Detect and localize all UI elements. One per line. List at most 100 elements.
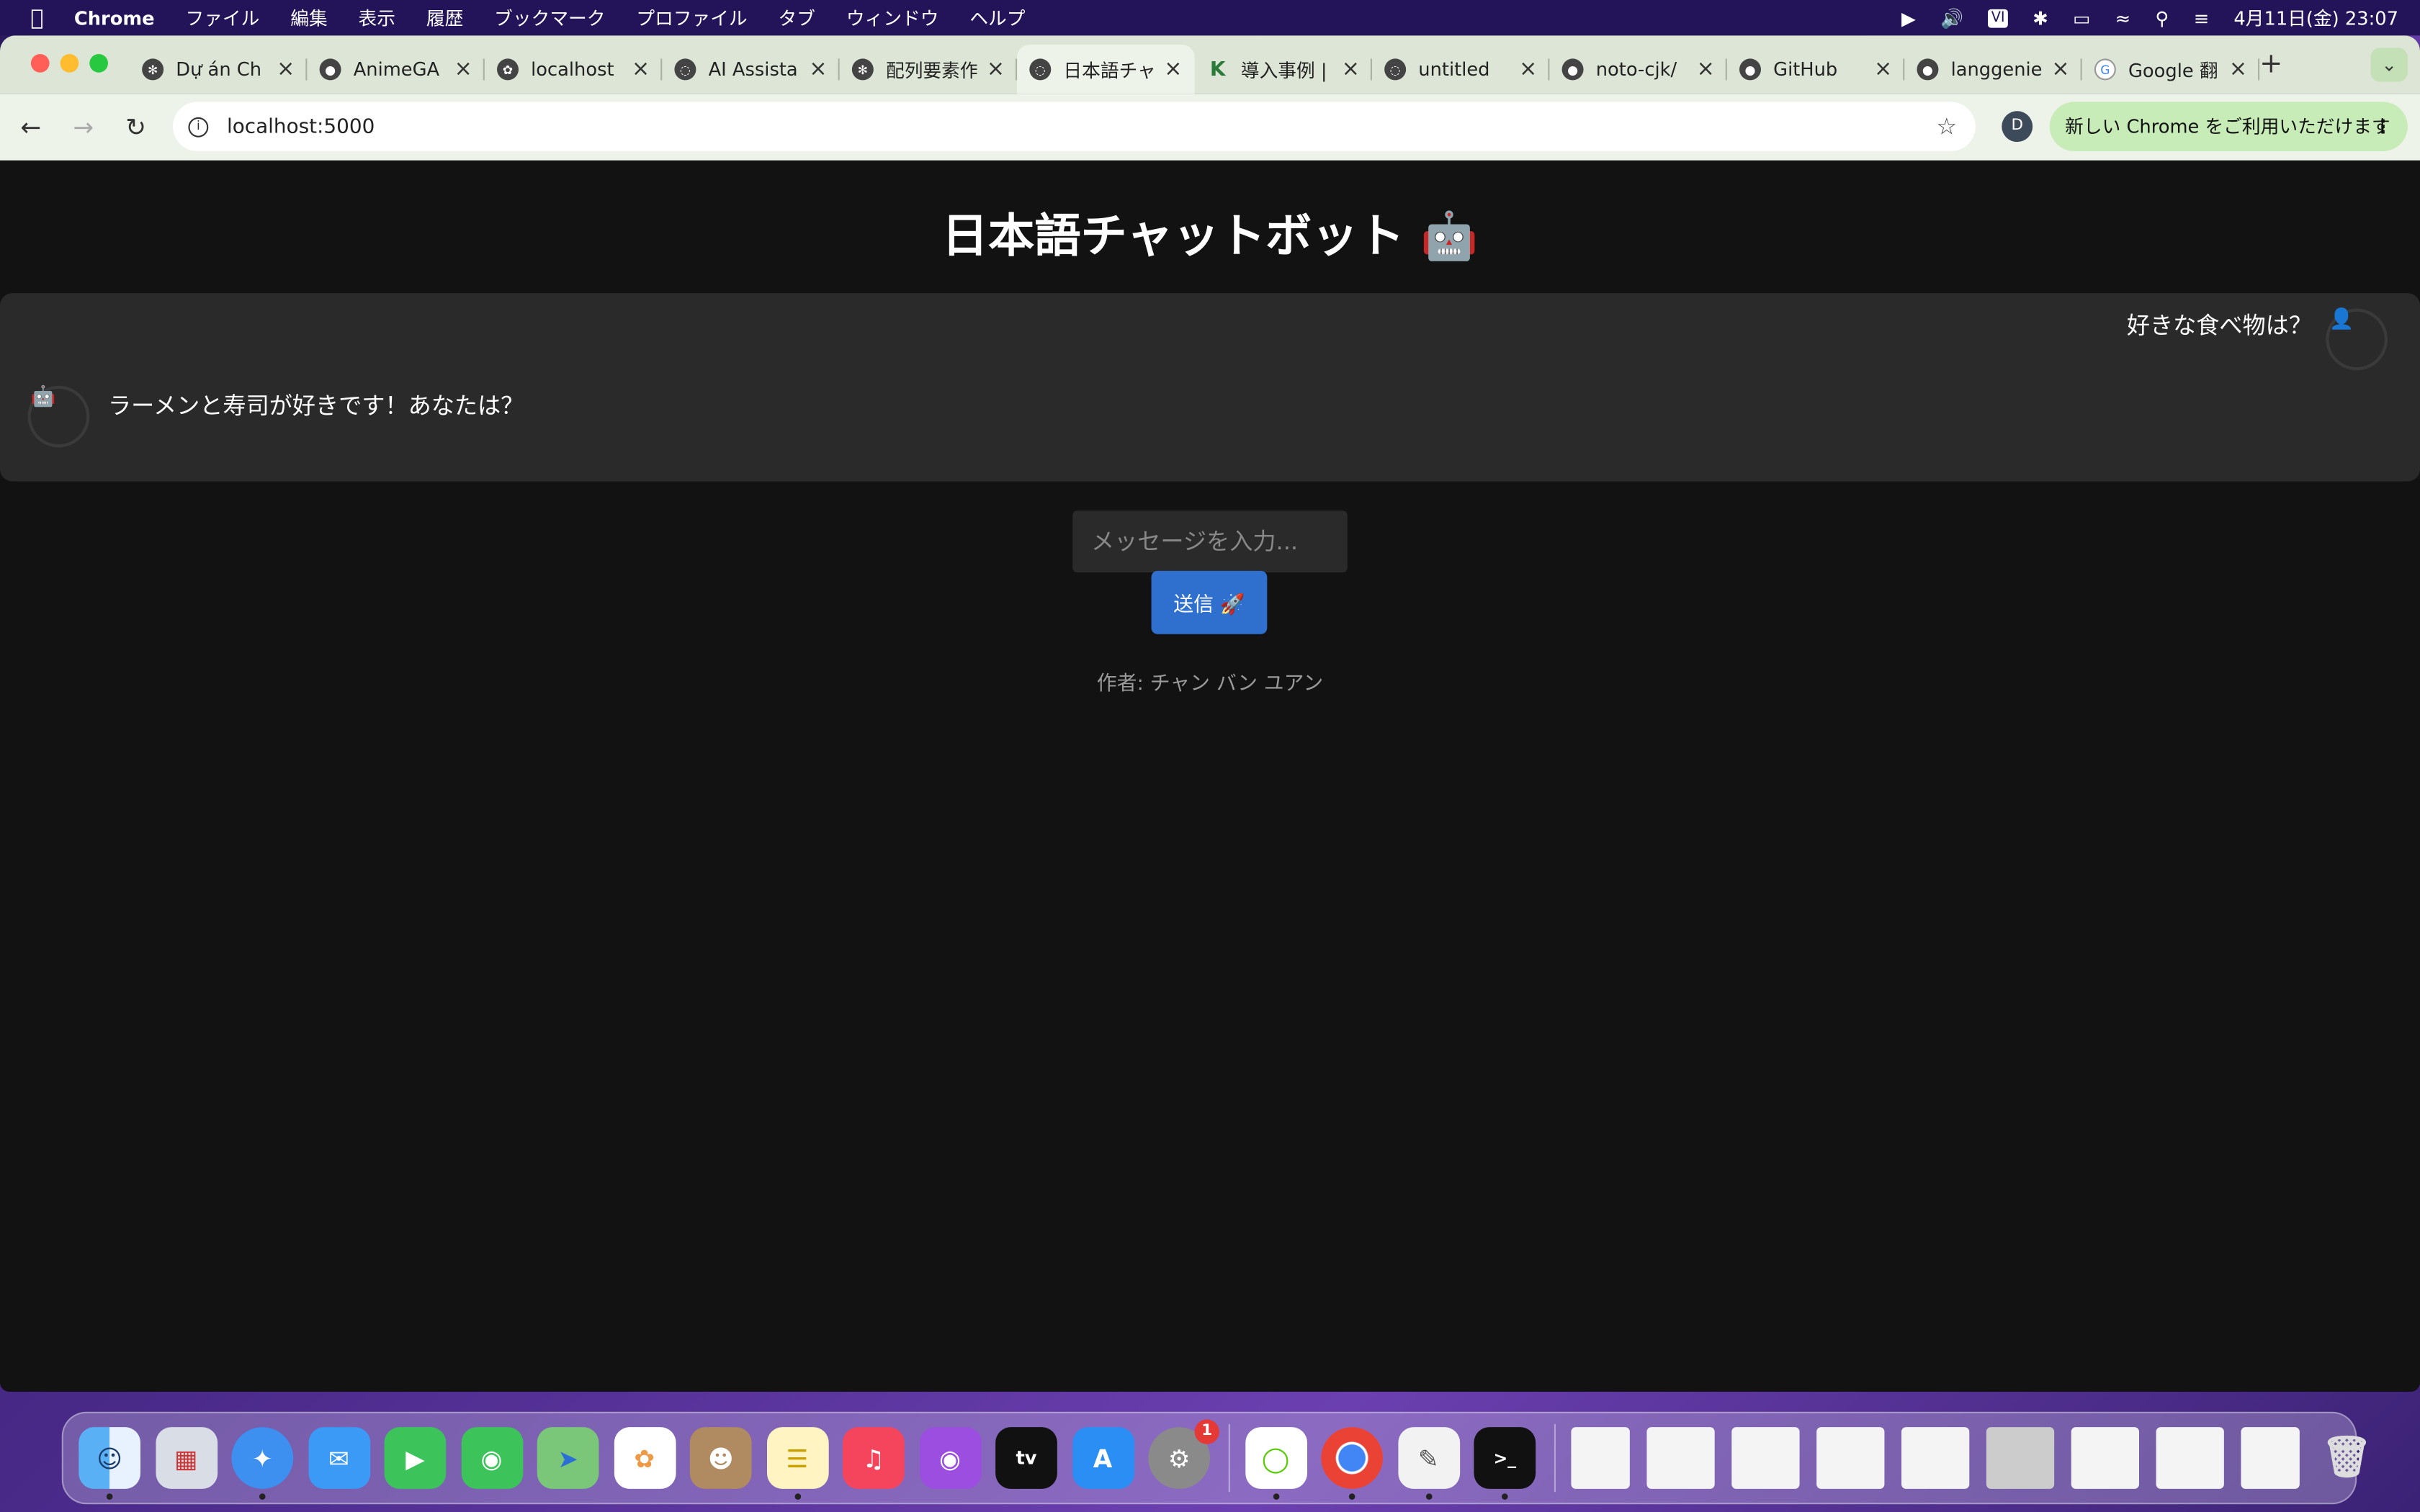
- github-icon: ●: [1739, 58, 1761, 81]
- screenshot-stack-icon[interactable]: [1900, 1427, 1969, 1489]
- tab-japanese-chatbot[interactable]: ◌ 日本語チャ ×: [1017, 45, 1195, 94]
- address-bar[interactable]: i localhost:5000 ☆: [173, 102, 1976, 151]
- system-settings-icon[interactable]: ⚙ 1: [1148, 1419, 1219, 1489]
- user-avatar: 👤: [2326, 308, 2388, 371]
- close-tab-icon[interactable]: ×: [1519, 57, 1537, 81]
- screenshot-stack-icon[interactable]: [1646, 1427, 1714, 1489]
- tab-array-elements[interactable]: ✻ 配列要素作 ×: [840, 45, 1018, 94]
- tab-langgenie[interactable]: ● langgenie ×: [1904, 45, 2082, 94]
- apple-icon[interactable]: : [0, 6, 74, 30]
- notes-icon[interactable]: ☰: [766, 1427, 828, 1500]
- close-window-button[interactable]: [30, 54, 50, 73]
- menu-edit[interactable]: 編集: [290, 4, 327, 30]
- tab-github[interactable]: ● GitHub ×: [1727, 45, 1905, 94]
- address-url[interactable]: localhost:5000: [227, 115, 375, 138]
- close-tab-icon[interactable]: ×: [2051, 57, 2069, 81]
- image-thumbnail-icon[interactable]: [1985, 1427, 2054, 1489]
- terminal-icon[interactable]: >_: [1474, 1427, 1536, 1500]
- maps-icon[interactable]: ➤: [537, 1427, 599, 1489]
- tab-du-an[interactable]: ✻ Dự án Ch ×: [130, 45, 308, 94]
- tab-animega[interactable]: ● AnimeGA ×: [307, 45, 485, 94]
- screenshot-stack-icon[interactable]: [2155, 1427, 2223, 1489]
- facetime-icon[interactable]: ▶: [384, 1427, 447, 1489]
- browser-toolbar: ← → ↻ i localhost:5000 ☆ D 新しい Chrome をご…: [0, 94, 2420, 161]
- tab-untitled[interactable]: ◌ untitled ×: [1372, 45, 1550, 94]
- close-tab-icon[interactable]: ×: [1697, 57, 1715, 81]
- tab-noto-cjk[interactable]: ● noto-cjk/×: [1549, 45, 1727, 94]
- document-stack-icon[interactable]: [2240, 1427, 2299, 1489]
- menu-view[interactable]: 表示: [359, 4, 395, 30]
- fullscreen-window-button[interactable]: [89, 54, 108, 73]
- music-icon[interactable]: ♫: [843, 1427, 905, 1489]
- menu-window[interactable]: ウィンドウ: [846, 4, 939, 30]
- duolingo-icon[interactable]: ◯: [1245, 1427, 1307, 1500]
- app-store-icon[interactable]: A: [1072, 1427, 1134, 1489]
- finder-icon[interactable]: ☺: [79, 1427, 140, 1500]
- photos-icon[interactable]: ✿: [613, 1427, 676, 1489]
- github-icon: ●: [1561, 58, 1584, 81]
- globe-icon: ◌: [674, 58, 696, 81]
- menu-help[interactable]: ヘルプ: [969, 4, 1025, 30]
- send-button[interactable]: 送信 🚀: [1151, 570, 1268, 634]
- bot-avatar: 🤖: [27, 385, 90, 448]
- close-tab-icon[interactable]: ×: [1164, 57, 1182, 81]
- menubar-clock[interactable]: 4月11日(金) 23:07: [2233, 4, 2398, 30]
- message-input[interactable]: [1072, 510, 1348, 572]
- chrome-update-button[interactable]: 新しい Chrome をご利用いただけます ⋮: [2049, 102, 2408, 151]
- back-arrow-icon[interactable]: ←: [4, 112, 57, 142]
- menu-history[interactable]: 履歴: [426, 4, 463, 30]
- close-tab-icon[interactable]: ×: [277, 57, 295, 81]
- tab-search-chevron-icon[interactable]: ⌄: [2370, 48, 2408, 82]
- reload-icon[interactable]: ↻: [109, 112, 162, 142]
- docx-file-icon[interactable]: [1570, 1427, 1629, 1489]
- tab-ai-assistant[interactable]: ◌ AI Assista ×: [662, 45, 840, 94]
- menu-profiles[interactable]: プロファイル: [636, 4, 747, 30]
- forward-arrow-icon[interactable]: →: [57, 112, 109, 142]
- control-center-icon[interactable]: ≡: [2194, 7, 2210, 29]
- new-tab-icon[interactable]: +: [2259, 48, 2282, 80]
- site-info-icon[interactable]: i: [188, 116, 209, 137]
- close-tab-icon[interactable]: ×: [454, 57, 472, 81]
- user-message: 好きな食べ物は？: [2126, 311, 2312, 340]
- close-tab-icon[interactable]: ×: [632, 57, 650, 81]
- screenshot-stack-icon[interactable]: [2070, 1427, 2138, 1489]
- menu-tab[interactable]: タブ: [779, 4, 815, 30]
- mail-icon[interactable]: ✉: [308, 1427, 370, 1489]
- bluetooth-icon[interactable]: ✱: [2033, 7, 2048, 29]
- tab-case-studies[interactable]: K 導入事例 | ×: [1195, 45, 1372, 94]
- tab-google-translate[interactable]: G Google 翻 ×: [2082, 45, 2260, 94]
- screen-record-icon[interactable]: ▶: [1901, 7, 1916, 29]
- menu-bookmarks[interactable]: ブックマーク: [494, 4, 605, 30]
- textedit-icon[interactable]: ✎: [1397, 1427, 1460, 1500]
- close-tab-icon[interactable]: ×: [987, 57, 1005, 81]
- close-tab-icon[interactable]: ×: [1342, 57, 1360, 81]
- menu-app-chrome[interactable]: Chrome: [74, 7, 155, 29]
- tab-localhost[interactable]: ✿ localhost ×: [485, 45, 663, 94]
- launchpad-icon[interactable]: ▦: [155, 1427, 218, 1489]
- settings-badge: 1: [1194, 1419, 1219, 1444]
- apple-tv-icon[interactable]: tv: [995, 1427, 1057, 1489]
- close-tab-icon[interactable]: ×: [809, 57, 827, 81]
- volume-icon[interactable]: 🔊: [1940, 7, 1963, 29]
- close-tab-icon[interactable]: ×: [2229, 57, 2247, 81]
- trash-icon[interactable]: 🗑: [2316, 1427, 2378, 1489]
- close-tab-icon[interactable]: ×: [1874, 57, 1892, 81]
- chrome-icon[interactable]: [1321, 1427, 1383, 1500]
- spotlight-search-icon[interactable]: ⚲: [2155, 7, 2169, 29]
- screenshot-stack-icon[interactable]: [1731, 1427, 1799, 1489]
- battery-icon[interactable]: ▭: [2073, 7, 2090, 29]
- contacts-icon[interactable]: ☻: [689, 1427, 752, 1489]
- minimize-window-button[interactable]: [60, 54, 79, 73]
- input-source-icon[interactable]: VI: [1988, 8, 2008, 27]
- bot-message: ラーメンと寿司が好きです！あなたは？: [108, 392, 524, 420]
- podcasts-icon[interactable]: ◉: [919, 1427, 981, 1489]
- menu-file[interactable]: ファイル: [185, 4, 259, 30]
- wifi-icon[interactable]: ≈: [2115, 7, 2131, 29]
- messages-icon[interactable]: ◉: [460, 1427, 523, 1489]
- screenshot-stack-icon[interactable]: [1816, 1427, 1884, 1489]
- profile-avatar[interactable]: D: [2002, 111, 2033, 143]
- more-menu-icon[interactable]: ⋮: [2374, 102, 2393, 151]
- tab-list: ✻ Dự án Ch × ● AnimeGA × ✿ localhost × ◌ AI Ass…: [130, 45, 2260, 94]
- safari-icon[interactable]: ✦: [231, 1427, 294, 1500]
- bookmark-star-icon[interactable]: ☆: [1936, 112, 1957, 140]
